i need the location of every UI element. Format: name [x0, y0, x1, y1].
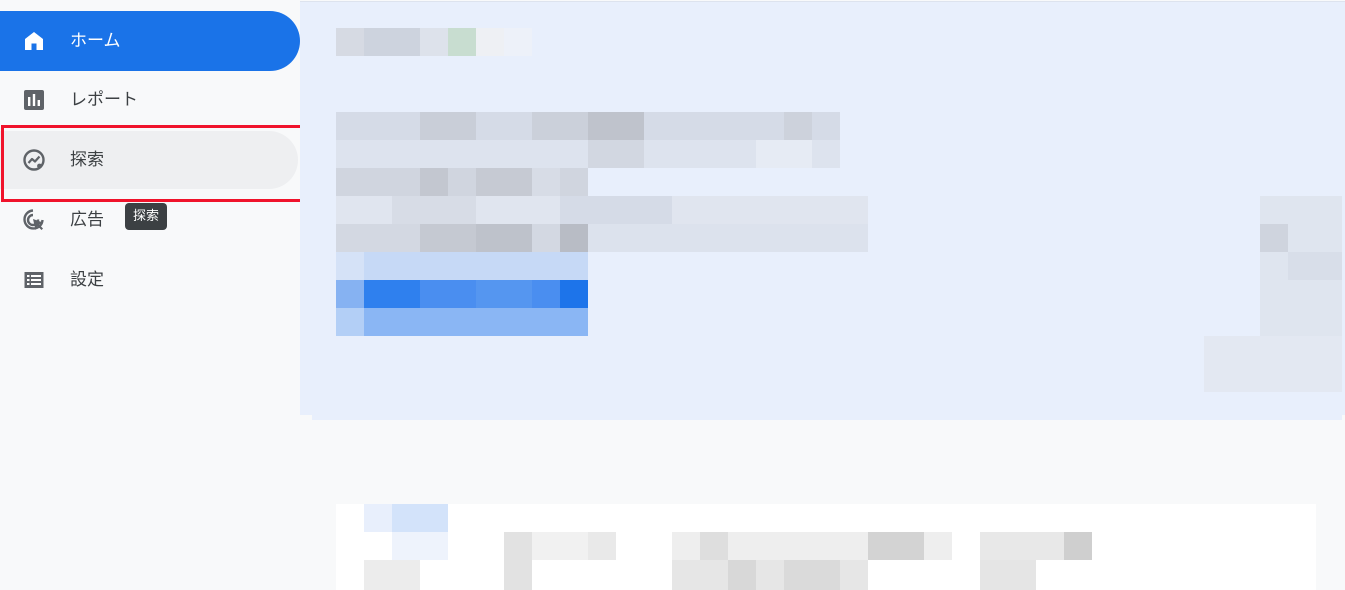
sidebar-item-label: 探索: [70, 150, 104, 170]
pixelated-block: [588, 224, 868, 252]
bar-chart-icon: [24, 90, 44, 110]
pixelated-block: [784, 560, 840, 590]
pixelated-block: [728, 560, 756, 590]
home-icon: [25, 32, 43, 50]
sidebar-item-label: レポート: [70, 90, 138, 110]
sidebar: ホーム レポート 探索 広告 設定 探索: [0, 0, 304, 590]
pixelated-block: [560, 224, 588, 252]
pixelated-block: [1260, 224, 1288, 252]
pixelated-block: [700, 532, 728, 560]
pixelated-block: [336, 280, 364, 308]
pixelated-block: [1288, 252, 1342, 280]
ads-icon: [23, 209, 44, 230]
pixelated-block: [420, 112, 476, 140]
pixelated-block: [588, 140, 644, 168]
pixelated-block: [476, 224, 532, 252]
pixelated-block: [336, 252, 364, 280]
list-icon: [24, 272, 44, 288]
pixelated-block: [1204, 336, 1342, 392]
pixelated-block: [476, 168, 532, 196]
pixelated-block: [336, 252, 588, 280]
pixelated-block: [448, 28, 476, 56]
sidebar-item-label: 設定: [70, 270, 104, 290]
pixelated-block: [364, 280, 420, 308]
pixelated-block: [364, 560, 420, 590]
pixelated-block: [336, 28, 364, 56]
sidebar-item-label: ホーム: [70, 31, 121, 51]
sidebar-item-label: 広告: [70, 210, 104, 230]
pixelated-block: [364, 504, 392, 532]
pixelated-block: [336, 308, 588, 336]
pixelated-block: [588, 532, 616, 560]
pixelated-block: [392, 196, 476, 224]
pixelated-block: [980, 560, 1036, 590]
pixelated-block: [532, 112, 588, 140]
pixelated-block: [756, 140, 812, 168]
pixelated-block: [392, 504, 448, 532]
explore-icon: [23, 149, 45, 171]
pixelated-block: [532, 168, 560, 196]
pixelated-block: [560, 196, 672, 224]
pixelated-block: [504, 532, 532, 590]
pixelated-block: [504, 28, 532, 56]
pixelated-block: [476, 280, 532, 308]
sidebar-item-report[interactable]: レポート: [0, 70, 300, 130]
pixelated-block: [392, 532, 448, 560]
pixelated-block: [560, 280, 588, 308]
tooltip: 探索: [125, 203, 168, 230]
panel-bottom-edge: [312, 414, 1342, 420]
pixelated-block: [784, 112, 812, 140]
sidebar-item-explore[interactable]: 探索: [0, 130, 300, 190]
pixelated-block: [420, 28, 448, 56]
pixelated-block: [420, 168, 448, 196]
pixelated-block: [1064, 532, 1092, 560]
pixelated-block: [336, 308, 364, 336]
pixelated-block: [588, 112, 644, 140]
pixelated-block: [364, 28, 420, 56]
main-content: [300, 0, 1345, 590]
sidebar-item-settings[interactable]: 設定: [0, 250, 300, 310]
pixelated-block: [868, 532, 924, 560]
sidebar-item-home[interactable]: ホーム: [0, 11, 300, 71]
pixelated-block: [420, 224, 476, 252]
pixelated-block: [476, 28, 504, 56]
